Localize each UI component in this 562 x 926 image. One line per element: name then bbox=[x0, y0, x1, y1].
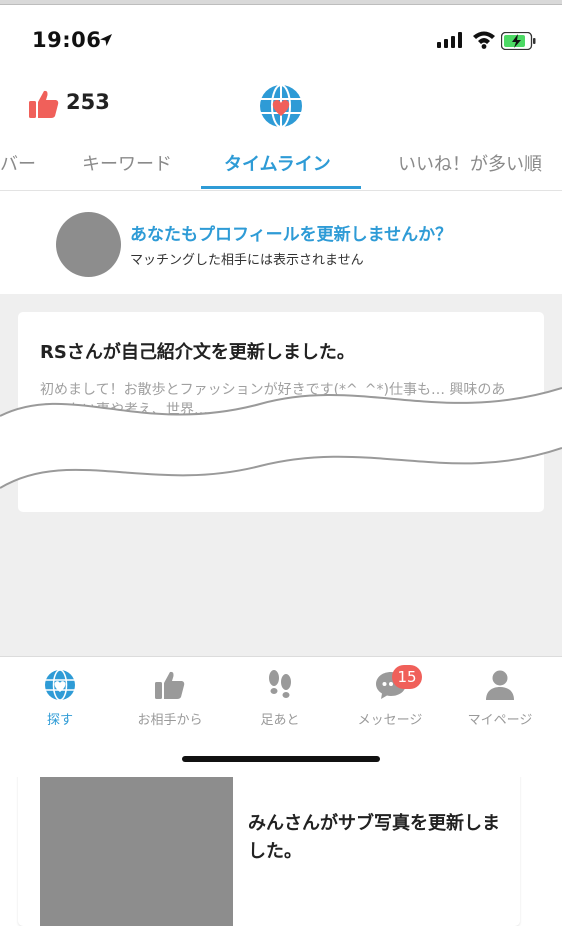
prompt-title[interactable]: あなたもプロフィールを更新しませんか？ bbox=[130, 220, 452, 245]
profile-update-prompt[interactable]: あなたもプロフィールを更新しませんか？ マッチングした相手には表示されません bbox=[0, 196, 562, 292]
nav-label: メッセージ bbox=[357, 713, 423, 728]
wifi-icon bbox=[473, 31, 495, 49]
active-tab-indicator bbox=[201, 186, 361, 189]
footprints-icon bbox=[269, 670, 291, 698]
status-time: 19:06 bbox=[32, 28, 102, 52]
unread-badge: 15 bbox=[392, 665, 422, 689]
nav-label: マイページ bbox=[467, 713, 533, 728]
tab-most-likes[interactable]: いいね！が多い順 bbox=[398, 150, 542, 176]
tab-keyword[interactable]: キーワード bbox=[82, 150, 172, 176]
nav-my-page[interactable]: マイページ bbox=[444, 663, 556, 728]
battery-charging-icon bbox=[501, 32, 536, 50]
cellular-signal-icon bbox=[437, 32, 462, 48]
like-count: 253 bbox=[66, 90, 110, 114]
status-bar: 19:06 bbox=[0, 24, 562, 60]
top-rule bbox=[0, 0, 562, 5]
person-icon bbox=[486, 670, 514, 700]
tab-member[interactable]: バー bbox=[0, 150, 36, 176]
nav-from-partner[interactable]: お相手から bbox=[114, 663, 226, 728]
thumbs-up-icon bbox=[155, 671, 185, 699]
prompt-subtitle: マッチングした相手には表示されません bbox=[130, 253, 364, 268]
card-title: みんさんがサブ写真を更新しました。 bbox=[248, 813, 500, 862]
search-tabs: バー キーワード タイムライン いいね！が多い順 bbox=[0, 140, 562, 191]
nav-messages[interactable]: 15 メッセージ bbox=[334, 663, 446, 728]
card-title: RSさんが自己紹介文を更新しました。 bbox=[40, 342, 355, 363]
nav-label: 足あと bbox=[260, 713, 300, 728]
thumbs-up-icon bbox=[29, 90, 59, 118]
avatar bbox=[56, 212, 121, 277]
torn-edge-divider bbox=[0, 387, 562, 489]
tab-timeline[interactable]: タイムライン bbox=[224, 150, 331, 176]
nav-label: 探す bbox=[46, 713, 73, 728]
nav-search[interactable]: 探す bbox=[4, 663, 116, 728]
home-indicator bbox=[182, 756, 380, 762]
nav-footprints[interactable]: 足あと bbox=[224, 663, 336, 728]
nav-label: お相手から bbox=[137, 713, 203, 728]
globe-heart-icon bbox=[45, 669, 75, 701]
location-arrow-icon bbox=[100, 34, 112, 46]
globe-heart-logo-icon bbox=[260, 84, 302, 128]
